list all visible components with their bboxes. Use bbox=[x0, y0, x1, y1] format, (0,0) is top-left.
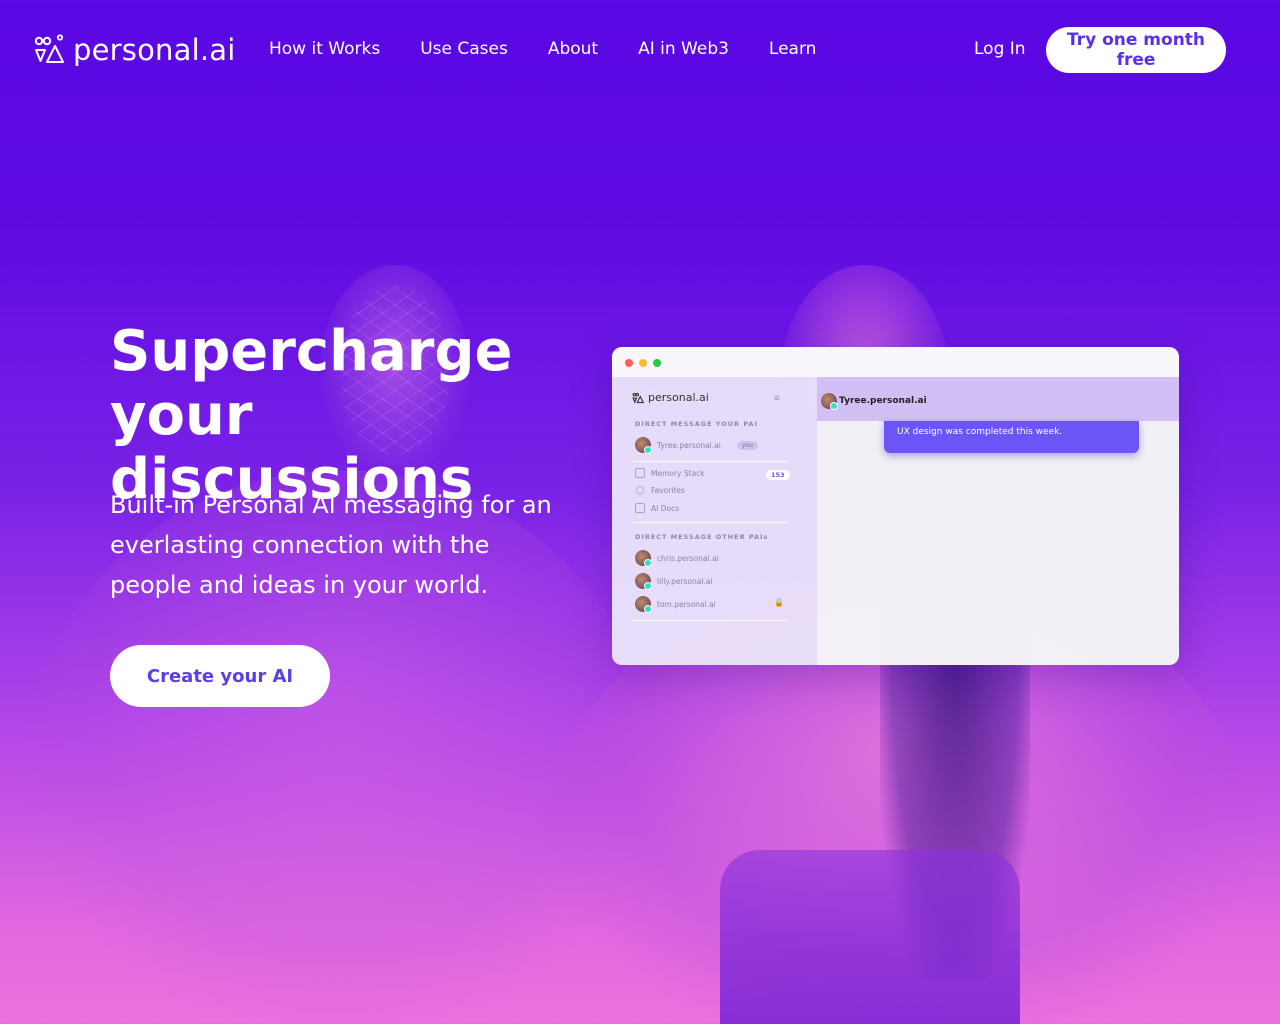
try-free-button[interactable]: Try one month free bbox=[1046, 27, 1226, 73]
divider bbox=[632, 620, 788, 621]
ai-docs-label: AI Docs bbox=[651, 503, 680, 513]
other-user-name: lilly.personal.ai bbox=[657, 576, 713, 586]
nav-about[interactable]: About bbox=[548, 39, 598, 59]
window-titlebar bbox=[612, 347, 1179, 377]
nav-ai-in-web3[interactable]: AI in Web3 bbox=[638, 39, 729, 59]
login-link[interactable]: Log In bbox=[974, 39, 1026, 59]
ai-docs-row: AI Docs bbox=[635, 503, 679, 513]
message-bubble: UX design was completed this week. bbox=[884, 421, 1139, 453]
nav-use-cases[interactable]: Use Cases bbox=[420, 39, 508, 59]
divider bbox=[632, 522, 788, 523]
memory-count-badge: 153 bbox=[766, 470, 790, 480]
lock-icon: 🔒 bbox=[774, 598, 784, 607]
divider bbox=[632, 461, 788, 462]
stack-icon bbox=[635, 468, 645, 478]
nav-learn[interactable]: Learn bbox=[769, 39, 817, 59]
memory-stack-row: Memory Stack bbox=[635, 468, 705, 478]
hero-subtitle: Built-in Personal AI messaging for an ev… bbox=[110, 491, 552, 599]
site-header: personal.ai How it Works Use Cases About… bbox=[0, 0, 1280, 100]
hero-title: Supercharge your discussions bbox=[110, 320, 590, 512]
nav-how-it-works[interactable]: How it Works bbox=[269, 39, 380, 59]
other-user-row: lilly.personal.ai bbox=[635, 573, 713, 590]
you-badge: you bbox=[736, 440, 758, 450]
other-user-name: chris.personal.ai bbox=[657, 553, 719, 563]
section-others-heading: DIRECT MESSAGE OTHER PAIs bbox=[635, 533, 769, 541]
memory-stack-label: Memory Stack bbox=[651, 468, 705, 478]
mockup-brand-name: personal.ai bbox=[648, 391, 709, 404]
avatar bbox=[635, 573, 652, 590]
self-user-name: Tyree.personal.ai bbox=[657, 440, 721, 450]
favorites-label: Favorites bbox=[651, 485, 685, 495]
avatar bbox=[635, 437, 652, 454]
minimize-dot-icon bbox=[639, 359, 647, 367]
other-user-name: tom.personal.ai bbox=[657, 599, 716, 609]
logo-mark-icon bbox=[34, 34, 64, 63]
chat-user-name: Tyree.personal.ai bbox=[839, 396, 927, 406]
document-icon bbox=[635, 503, 645, 513]
section-direct-heading: DIRECT MESSAGE YOUR PAI bbox=[635, 420, 758, 428]
collapse-menu-icon: ≡ bbox=[774, 393, 780, 404]
brand-name: personal.ai bbox=[73, 33, 236, 67]
close-dot-icon bbox=[625, 359, 633, 367]
other-user-row: chris.personal.ai bbox=[635, 550, 719, 567]
hero-person-right-pants bbox=[720, 850, 1020, 1024]
mockup-chat: Tyree.personal.ai UX design was complete… bbox=[817, 377, 1179, 665]
avatar bbox=[821, 393, 838, 410]
mockup-brand: personal.ai bbox=[632, 391, 709, 404]
heart-icon bbox=[634, 484, 646, 496]
favorites-row: Favorites bbox=[634, 484, 685, 496]
app-mockup: personal.ai ≡ DIRECT MESSAGE YOUR PAI Ty… bbox=[612, 347, 1179, 665]
logo-mark-icon bbox=[632, 392, 644, 404]
create-ai-button[interactable]: Create your AI bbox=[110, 645, 330, 707]
self-user-row: Tyree.personal.ai you bbox=[635, 437, 758, 454]
maximize-dot-icon bbox=[653, 359, 661, 367]
hero-title-line1: Supercharge bbox=[110, 319, 513, 384]
other-user-row: tom.personal.ai bbox=[635, 596, 716, 613]
avatar bbox=[635, 550, 652, 567]
main-nav: How it Works Use Cases About AI in Web3 … bbox=[269, 39, 816, 59]
brand-logo[interactable]: personal.ai bbox=[33, 33, 235, 67]
mockup-sidebar: personal.ai ≡ DIRECT MESSAGE YOUR PAI Ty… bbox=[612, 377, 817, 665]
avatar bbox=[635, 596, 652, 613]
chat-header: Tyree.personal.ai bbox=[817, 377, 1179, 421]
